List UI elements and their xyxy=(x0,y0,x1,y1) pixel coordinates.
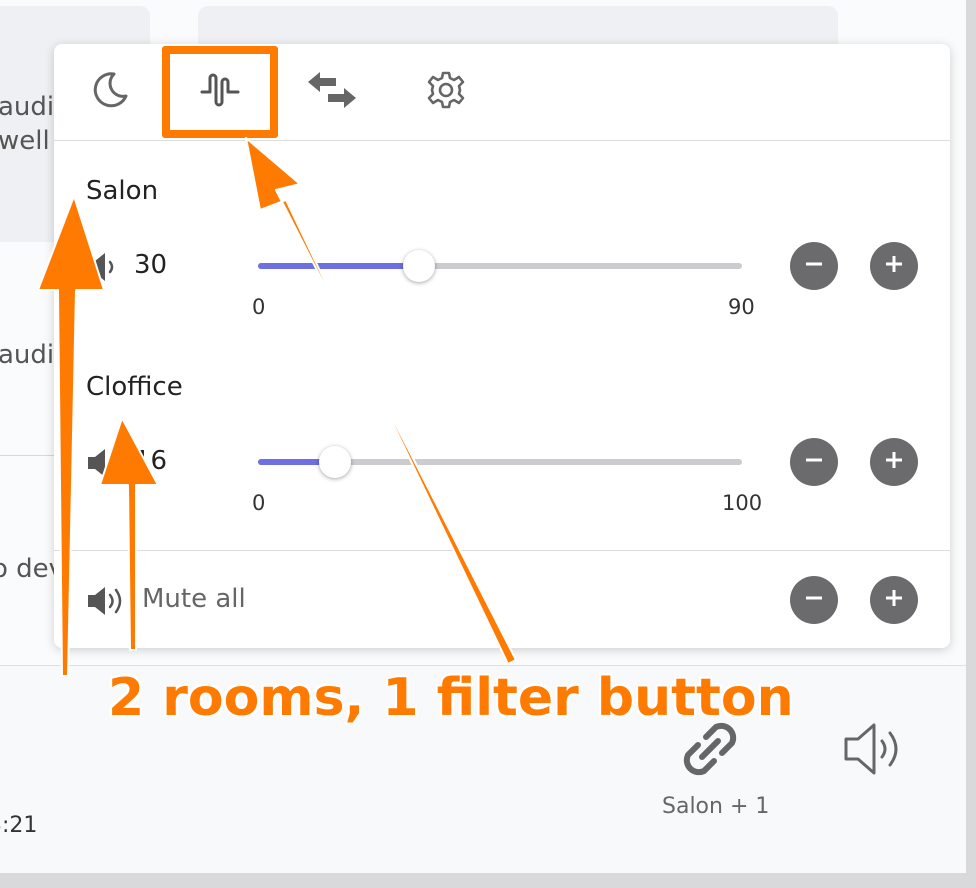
annotation-arrows xyxy=(37,137,517,677)
annotation-arrow xyxy=(99,417,159,651)
annotation-arrow xyxy=(37,195,105,677)
annotation-arrow xyxy=(245,137,517,665)
annotation-caption: 2 rooms, 1 filter button xyxy=(108,668,794,728)
